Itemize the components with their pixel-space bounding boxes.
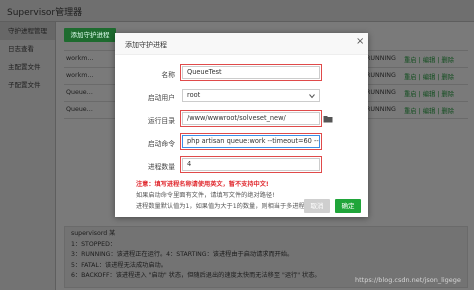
cmd-label: 启动命令 <box>147 140 175 148</box>
sidebar-item-sub-config[interactable]: 子配置文件 <box>0 76 55 94</box>
sidebar-item-main-config[interactable]: 主配置文件 <box>0 58 55 76</box>
row-name: workm… <box>66 72 94 79</box>
row-actions[interactable]: 重启 | 编辑 | 删除 <box>404 106 454 115</box>
add-daemon-dialog: 添加守护进程 × 名称 QueueTest 启动用户 root 运行目录 /ww… <box>115 33 368 217</box>
chevron-down-icon <box>309 94 315 99</box>
close-icon[interactable]: × <box>356 36 364 47</box>
name-field[interactable]: QueueTest <box>180 64 322 81</box>
name-label: 名称 <box>161 71 175 79</box>
row-actions[interactable]: 重启 | 编辑 | 删除 <box>404 72 454 81</box>
row-name: Queue… <box>66 106 93 113</box>
user-label: 启动用户 <box>147 94 175 102</box>
title-bar: Supervisor管理器 <box>0 0 474 22</box>
sidebar: 守护进程管理 日志查看 主配置文件 子配置文件 <box>0 22 56 290</box>
cancel-button[interactable]: 取消 <box>304 199 330 213</box>
note-line: 3：RUNNING：该进程正在运行。4：STARTING：该进程由于启动请求而开… <box>71 251 294 258</box>
user-select-value: root <box>187 91 201 99</box>
cmd-field[interactable]: php artisan queue:work --timeout=60 --tr… <box>180 133 322 150</box>
user-select[interactable]: root <box>182 89 320 102</box>
num-field[interactable]: 4 <box>180 156 322 173</box>
row-actions[interactable]: 重启 | 编辑 | 删除 <box>404 55 454 64</box>
hint-path: 如果启动命令里面有文件，请填写文件的绝对路径! <box>136 192 275 199</box>
dir-field[interactable]: /www/wwwroot/solveset_new/ <box>180 110 322 127</box>
sidebar-item-daemon[interactable]: 守护进程管理 <box>0 22 55 40</box>
row-actions[interactable]: 重启 | 编辑 | 删除 <box>404 89 454 98</box>
row-status: RUNNING <box>366 89 396 96</box>
watermark: https://blog.csdn.net/json_ligege <box>355 276 461 284</box>
app-title: Supervisor管理器 <box>7 8 83 18</box>
note-line: 1：STOPPED： <box>71 240 117 248</box>
note-line: 5：FATAL：该进程无法成功启动。 <box>71 261 167 269</box>
row-name: Queue… <box>66 89 93 96</box>
row-name: workm… <box>66 55 94 62</box>
hint-name: 注意：填写进程名称请使用英文，暂不支持中文! <box>136 181 269 188</box>
folder-icon[interactable] <box>323 114 333 124</box>
num-label: 进程数量 <box>147 163 175 171</box>
confirm-button[interactable]: 确定 <box>335 199 361 213</box>
sidebar-item-logs[interactable]: 日志查看 <box>0 40 55 58</box>
hint-num: 进程数量默认值为1，如果值为大于1的数量，则相当于多进程! <box>136 203 308 210</box>
dialog-header: 添加守护进程 × <box>115 33 368 55</box>
note-line: supervisord 某 <box>71 230 116 237</box>
row-status: RUNNING <box>366 106 396 113</box>
dir-label: 运行目录 <box>147 117 175 125</box>
dialog-title: 添加守护进程 <box>125 41 167 49</box>
row-status: RUNNING <box>366 72 396 79</box>
row-status: RUNNING <box>366 55 396 62</box>
add-daemon-button[interactable]: 添加守护进程 <box>64 28 116 42</box>
